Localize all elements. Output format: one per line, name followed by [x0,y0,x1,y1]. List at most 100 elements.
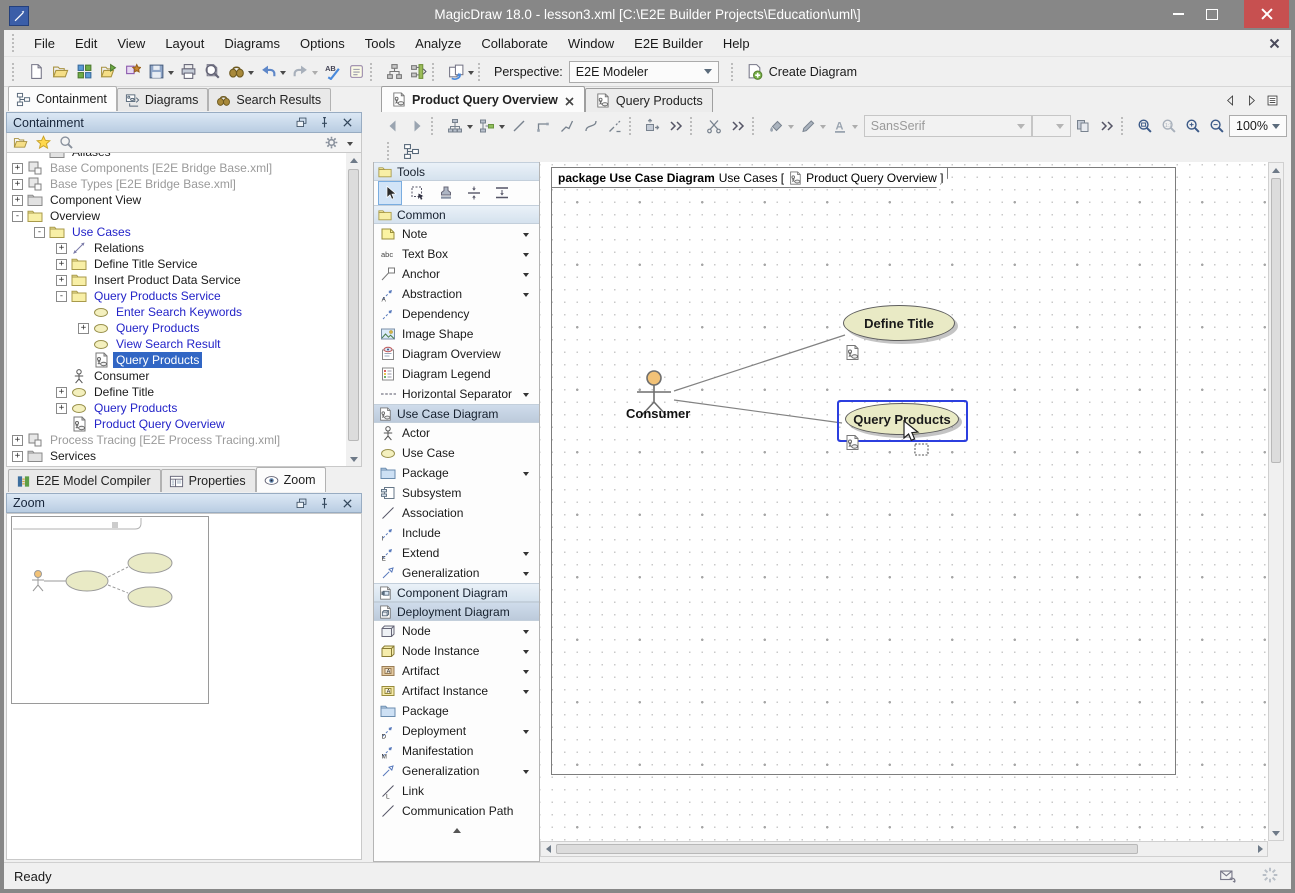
perspective-select[interactable]: E2E Modeler [569,61,719,83]
scroll-tabs-left-icon[interactable] [1224,94,1237,107]
palette-scroll-up[interactable] [374,821,539,839]
tree-expander[interactable]: + [12,163,23,174]
redo-button[interactable] [288,60,312,84]
tab-query-products[interactable]: Query Products [585,88,713,112]
undo-button[interactable] [256,60,280,84]
zoom-in-button[interactable] [1181,114,1205,138]
tree-expander[interactable]: - [56,291,67,302]
tab-diagrams[interactable]: Diagrams [117,88,209,111]
tree-item[interactable]: Enter Search Keywords [7,304,361,320]
tree-item[interactable]: - Query Products Service [7,288,361,304]
close-tab-icon[interactable] [564,94,575,105]
open-project-button[interactable] [48,60,72,84]
font-color-button[interactable]: A [828,114,852,138]
sticky-tool[interactable] [434,181,458,205]
palette-item-dropdown[interactable] [523,253,529,260]
marquee-tool[interactable] [406,181,430,205]
float-panel-icon[interactable] [294,496,309,511]
zoom-out-button[interactable] [1205,114,1229,138]
tree-expander[interactable]: + [56,259,67,270]
palette-item-dropdown[interactable] [523,233,529,240]
fill-color-dropdown[interactable] [788,125,794,132]
palette-item[interactable]: abc Text Box [374,244,539,264]
palette-item[interactable]: L Link [374,781,539,801]
copy-format-button[interactable] [1071,114,1095,138]
toolbar-grip[interactable] [431,117,437,135]
canvas-horizontal-scrollbar[interactable] [540,841,1268,857]
palette-item[interactable]: Node [374,621,539,641]
tree-expander[interactable]: + [78,323,89,334]
tab-product-query-overview[interactable]: Product Query Overview [381,86,585,112]
toolbar-grip[interactable] [432,63,438,81]
tree-expander[interactable]: - [34,227,45,238]
tab-list-icon[interactable] [1266,94,1279,107]
menu-close-icon[interactable] [1268,37,1281,50]
palette-item[interactable]: Use Case [374,443,539,463]
pin-panel-icon[interactable] [317,496,332,511]
actor-name[interactable]: Consumer [626,406,686,421]
pin-panel-icon[interactable] [317,115,332,130]
palette-item-dropdown[interactable] [523,393,529,400]
menu-item[interactable]: Edit [65,32,107,55]
back-button[interactable] [381,114,405,138]
scroll-right-icon[interactable] [1253,842,1267,856]
menu-item[interactable]: Layout [155,32,214,55]
menu-item[interactable]: File [24,32,65,55]
save-button[interactable] [144,60,168,84]
tab-properties[interactable]: Properties [161,469,256,492]
palette-item[interactable]: Generalization [374,563,539,583]
quick-layout-button[interactable] [475,114,499,138]
palette-header-component-diagram[interactable]: Component Diagram [374,583,539,602]
tree-expander[interactable]: + [12,435,23,446]
redo-dropdown[interactable] [312,71,318,78]
tree-expander[interactable]: + [56,243,67,254]
palette-item-dropdown[interactable] [523,472,529,479]
panel-splitter[interactable] [362,88,373,860]
palette-header-use-case-diagram[interactable]: Use Case Diagram [374,404,539,423]
palette-item[interactable]: Horizontal Separator [374,384,539,404]
quick-layout-dropdown[interactable] [499,125,505,132]
create-diagram-button[interactable] [743,60,767,84]
palette-item[interactable]: M Manifestation [374,741,539,761]
import-project-button[interactable] [96,60,120,84]
toolbar-grip[interactable] [387,142,393,160]
print-preview-button[interactable] [200,60,224,84]
palette-header-deployment-diagram[interactable]: Deployment Diagram [374,602,539,621]
palette-item-dropdown[interactable] [523,670,529,677]
zoom-level-select[interactable]: 100% [1229,115,1287,137]
zoom-preview[interactable] [11,516,209,704]
tree-expander[interactable]: + [56,275,67,286]
palette-item[interactable]: Generalization [374,761,539,781]
scroll-up-icon[interactable] [346,153,361,167]
forward-button[interactable] [405,114,429,138]
path-rectilinear-button[interactable] [531,114,555,138]
font-color-dropdown[interactable] [852,125,858,132]
scroll-left-icon[interactable] [541,842,555,856]
spelling-button[interactable]: AB [320,60,344,84]
menu-item[interactable]: Tools [355,32,405,55]
palette-item[interactable]: Actor [374,423,539,443]
scrollbar-thumb[interactable] [556,844,1138,854]
font-family-select[interactable]: SansSerif [864,115,1032,137]
tree-item[interactable]: Aliases [7,152,361,160]
toolbar-grip[interactable] [12,63,18,81]
create-diagram-label[interactable]: Create Diagram [769,65,857,79]
scroll-up-icon[interactable] [1269,163,1283,177]
favorites-icon[interactable] [36,135,51,150]
palette-header-common[interactable]: Common [374,205,539,224]
palette-item-dropdown[interactable] [523,552,529,559]
notifications-icon[interactable] [1219,866,1239,886]
tab-zoom[interactable]: Zoom [256,467,326,492]
fill-color-button[interactable] [764,114,788,138]
containment-structure-button[interactable] [399,139,423,163]
palette-item[interactable]: Package [374,701,539,721]
menu-item[interactable]: Options [290,32,355,55]
palette-item-dropdown[interactable] [523,730,529,737]
tree-expander[interactable]: + [12,179,23,190]
tree-item[interactable]: + Define Title Service [7,256,361,272]
tree-item[interactable]: Consumer [7,368,361,384]
tree-item[interactable]: Query Products [7,352,361,368]
palette-item[interactable]: A Abstraction [374,284,539,304]
menu-item[interactable]: E2E Builder [624,32,713,55]
toolbar-grip[interactable] [1121,117,1127,135]
